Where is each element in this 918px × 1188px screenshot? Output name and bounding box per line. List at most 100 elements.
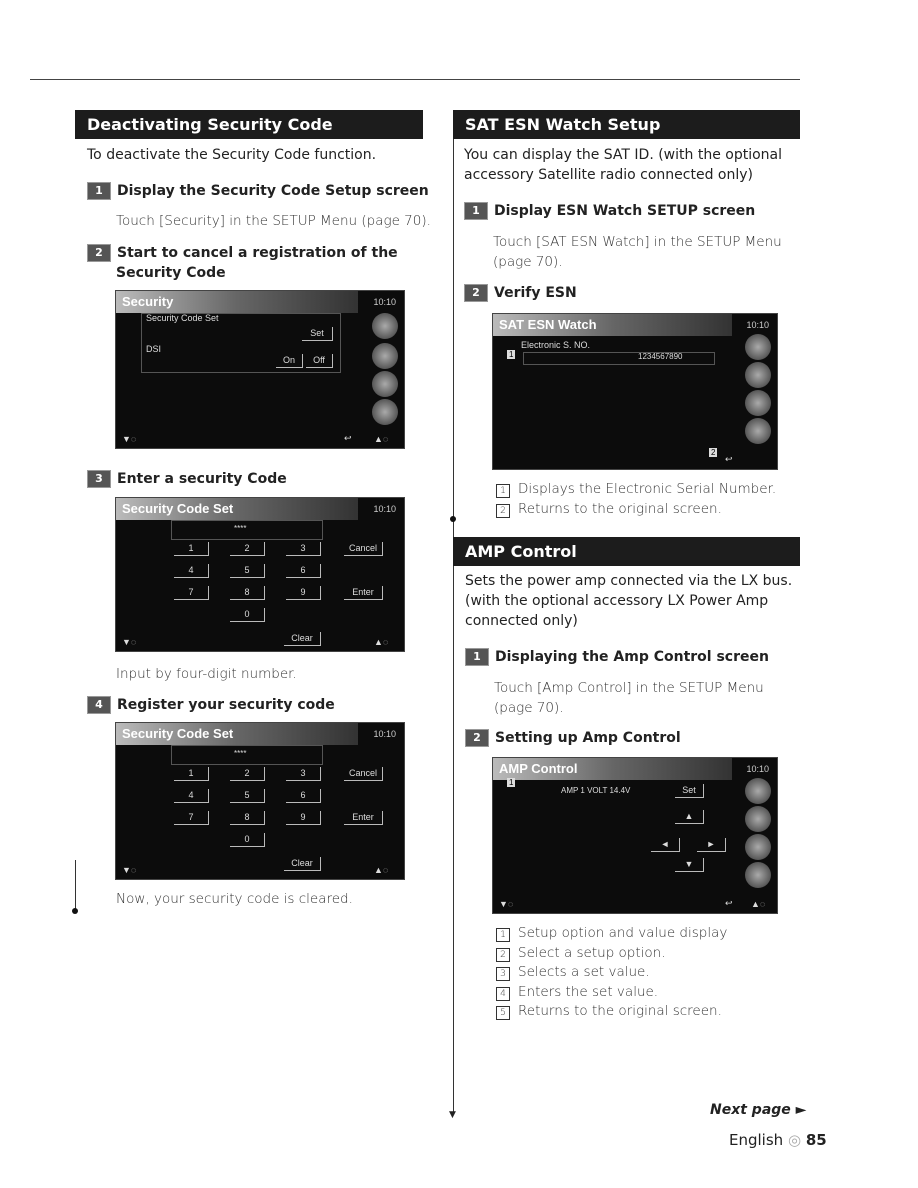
amp-value-display: AMP 1 VOLT 14.4V <box>561 786 631 795</box>
scroll-down-icon[interactable]: ▼◌ <box>122 865 136 875</box>
clock: 10:10 <box>746 320 769 330</box>
settings-icon[interactable] <box>372 399 398 425</box>
code-display <box>171 520 323 540</box>
set-button[interactable]: Set <box>675 784 704 798</box>
code-display <box>171 745 323 765</box>
audio-icon[interactable] <box>745 362 771 388</box>
clear-button[interactable]: Clear <box>284 632 321 646</box>
key-5[interactable]: 5 <box>230 564 265 578</box>
step-3-text: Input by four-digit number. <box>116 666 297 682</box>
settings-icon[interactable] <box>745 862 771 888</box>
key-4[interactable]: 4 <box>174 564 209 578</box>
esn-legend: 1 Displays the Electronic Serial Number. … <box>496 480 776 519</box>
menu-icon[interactable] <box>745 334 771 360</box>
key-5[interactable]: 5 <box>230 789 265 803</box>
audio-icon[interactable] <box>372 343 398 369</box>
cancel-button[interactable]: Cancel <box>344 767 383 781</box>
step-1-text: Touch [Security] in the SETUP Menu (page… <box>116 213 431 229</box>
next-page-link[interactable]: Next page ► <box>710 1102 806 1118</box>
menu-icon[interactable] <box>745 778 771 804</box>
scroll-up-icon[interactable]: ▲◌ <box>374 637 388 647</box>
key-4[interactable]: 4 <box>174 789 209 803</box>
arrow-down-icon: ▼ <box>449 1110 456 1120</box>
sat-esn-screen: SAT ESN Watch 10:10 Electronic S. NO. 1 … <box>492 313 778 470</box>
enter-button[interactable]: Enter <box>344 586 383 600</box>
column-divider <box>453 110 454 1115</box>
manual-page: Deactivating Security Code To deactivate… <box>0 0 918 1188</box>
scroll-up-icon[interactable]: ▲◌ <box>751 899 765 909</box>
key-9[interactable]: 9 <box>286 586 321 600</box>
step-1-title: 1 Display the Security Code Setup screen <box>87 181 429 201</box>
key-7[interactable]: 7 <box>174 586 209 600</box>
settings-icon[interactable] <box>745 418 771 444</box>
return-icon[interactable]: ↩ <box>725 898 733 909</box>
speaker-icon[interactable] <box>745 834 771 860</box>
key-6[interactable]: 6 <box>286 564 321 578</box>
top-rule <box>30 79 800 80</box>
return-icon[interactable]: ↩ <box>725 454 733 465</box>
key-2[interactable]: 2 <box>230 767 265 781</box>
intro-text-2: accessory Satellite radio connected only… <box>464 167 753 183</box>
key-0[interactable]: 0 <box>230 833 265 847</box>
key-3[interactable]: 3 <box>286 542 321 556</box>
amp-intro-2: (with the optional accessory LX Power Am… <box>465 593 769 609</box>
key-3[interactable]: 3 <box>286 767 321 781</box>
up-button[interactable]: ▲ <box>675 810 704 824</box>
divider-line <box>75 860 76 910</box>
section-header-deactivating: Deactivating Security Code <box>75 110 423 139</box>
section-header-amp-control: AMP Control <box>453 537 800 566</box>
amp-control-screen: AMP Control 10:10 1 AMP 1 VOLT 14.4V Set… <box>492 757 778 914</box>
scroll-down-icon[interactable]: ▼◌ <box>122 434 136 444</box>
key-1[interactable]: 1 <box>174 767 209 781</box>
clock: 10:10 <box>373 729 396 739</box>
step-2-title: 2 Start to cancel a registration of the Se… <box>87 243 398 283</box>
amp-step-1-title: 1 Displaying the Amp Control screen <box>465 647 769 667</box>
screen-title: SAT ESN Watch <box>493 314 732 336</box>
esn-value: 1234567890 <box>638 352 683 361</box>
down-button[interactable]: ▼ <box>675 858 704 872</box>
amp-intro-3: connected only) <box>465 613 578 629</box>
clear-button[interactable]: Clear <box>284 857 321 871</box>
clock: 10:10 <box>373 504 396 514</box>
scroll-down-icon[interactable]: ▼◌ <box>122 637 136 647</box>
esn-label: Electronic S. NO. <box>521 340 591 350</box>
scroll-down-icon[interactable]: ▼◌ <box>499 899 513 909</box>
key-1[interactable]: 1 <box>174 542 209 556</box>
key-8[interactable]: 8 <box>230 586 265 600</box>
security-code-set-label: Security Code Set <box>146 313 219 323</box>
key-0[interactable]: 0 <box>230 608 265 622</box>
callout-1: 1 <box>507 778 516 787</box>
audio-icon[interactable] <box>745 806 771 832</box>
return-icon[interactable]: ↩ <box>344 433 352 444</box>
key-6[interactable]: 6 <box>286 789 321 803</box>
key-9[interactable]: 9 <box>286 811 321 825</box>
code-value: **** <box>234 524 247 533</box>
right-button[interactable]: ► <box>697 838 726 852</box>
security-screen: Security 10:10 Security Code Set Set DSI… <box>115 290 405 449</box>
speaker-icon[interactable] <box>372 371 398 397</box>
code-value: **** <box>234 749 247 758</box>
set-button[interactable]: Set <box>302 327 333 341</box>
enter-button[interactable]: Enter <box>344 811 383 825</box>
esn-step-2-title: 2 Verify ESN <box>464 283 577 303</box>
clock: 10:10 <box>746 764 769 774</box>
scroll-up-icon[interactable]: ▲◌ <box>374 434 388 444</box>
esn-value-field <box>523 352 715 365</box>
speaker-icon[interactable] <box>745 390 771 416</box>
dsi-on-button[interactable]: On <box>276 354 303 368</box>
amp-intro: Sets the power amp connected via the LX … <box>465 573 793 589</box>
screen-title: Security <box>116 291 358 313</box>
left-button[interactable]: ◄ <box>651 838 680 852</box>
amp-step-1-text-2: (page 70). <box>494 700 564 716</box>
scroll-up-icon[interactable]: ▲◌ <box>374 865 388 875</box>
screen-title: Security Code Set <box>116 498 358 520</box>
key-8[interactable]: 8 <box>230 811 265 825</box>
key-2[interactable]: 2 <box>230 542 265 556</box>
security-code-keypad-screen: Security Code Set 10:10 **** 1 2 3 4 5 6 7 8 9 0 Canc… <box>115 497 405 652</box>
key-7[interactable]: 7 <box>174 811 209 825</box>
intro-text: To deactivate the Security Code function… <box>87 147 377 163</box>
dsi-off-button[interactable]: Off <box>306 354 333 368</box>
screen-title: AMP Control <box>493 758 732 780</box>
cancel-button[interactable]: Cancel <box>344 542 383 556</box>
menu-icon[interactable] <box>372 313 398 339</box>
